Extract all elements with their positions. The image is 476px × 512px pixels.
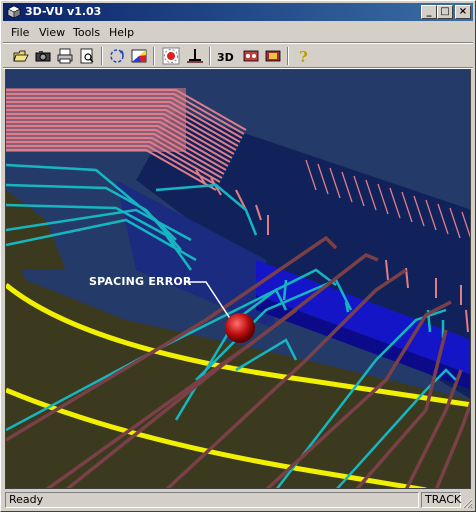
spacing-error-label: SPACING ERROR bbox=[89, 275, 192, 288]
3d-viewport[interactable]: SPACING ERROR bbox=[5, 69, 471, 489]
view-point-icon[interactable] bbox=[161, 46, 181, 66]
app-cube-icon bbox=[7, 5, 21, 19]
color-icon[interactable] bbox=[129, 46, 149, 66]
window-title: 3D-VU v1.03 bbox=[25, 5, 102, 18]
print-icon[interactable] bbox=[55, 46, 75, 66]
toolbar: 3D ? bbox=[3, 44, 473, 68]
menu-tools[interactable]: Tools bbox=[73, 26, 100, 39]
svg-text:3D: 3D bbox=[217, 51, 234, 64]
menu-file[interactable]: File bbox=[11, 26, 29, 39]
print-preview-icon[interactable] bbox=[77, 46, 97, 66]
toolbar-separator bbox=[209, 47, 211, 65]
status-text: Ready bbox=[5, 492, 419, 508]
3d-icon[interactable]: 3D bbox=[215, 46, 239, 66]
status-bar: Ready TRACK bbox=[3, 491, 473, 509]
help-icon[interactable]: ? bbox=[293, 46, 313, 66]
maximize-button[interactable]: □ bbox=[437, 5, 453, 19]
close-button[interactable]: × bbox=[455, 5, 471, 19]
title-bar[interactable]: 3D-VU v1.03 _ □ × bbox=[3, 3, 473, 21]
menu-view[interactable]: View bbox=[39, 26, 65, 39]
toolbar-separator bbox=[287, 47, 289, 65]
app-window: 3D-VU v1.03 _ □ × File View Tools Help 3… bbox=[0, 0, 476, 512]
menu-help[interactable]: Help bbox=[109, 26, 134, 39]
3d-scene bbox=[6, 70, 470, 488]
spacing-error-marker[interactable] bbox=[225, 313, 255, 343]
menu-bar: File View Tools Help bbox=[3, 23, 473, 42]
dataset-icon[interactable] bbox=[241, 46, 261, 66]
svg-text:?: ? bbox=[299, 48, 308, 66]
toolbar-separator bbox=[153, 47, 155, 65]
toolbar-separator bbox=[101, 47, 103, 65]
ground-icon[interactable] bbox=[185, 46, 205, 66]
status-mode: TRACK bbox=[421, 492, 461, 508]
dataset-export-icon[interactable] bbox=[263, 46, 283, 66]
resize-grip-icon[interactable] bbox=[461, 497, 473, 509]
camera-icon[interactable] bbox=[33, 46, 53, 66]
minimize-button[interactable]: _ bbox=[421, 5, 437, 19]
rotate-icon[interactable] bbox=[107, 46, 127, 66]
open-icon[interactable] bbox=[11, 46, 31, 66]
